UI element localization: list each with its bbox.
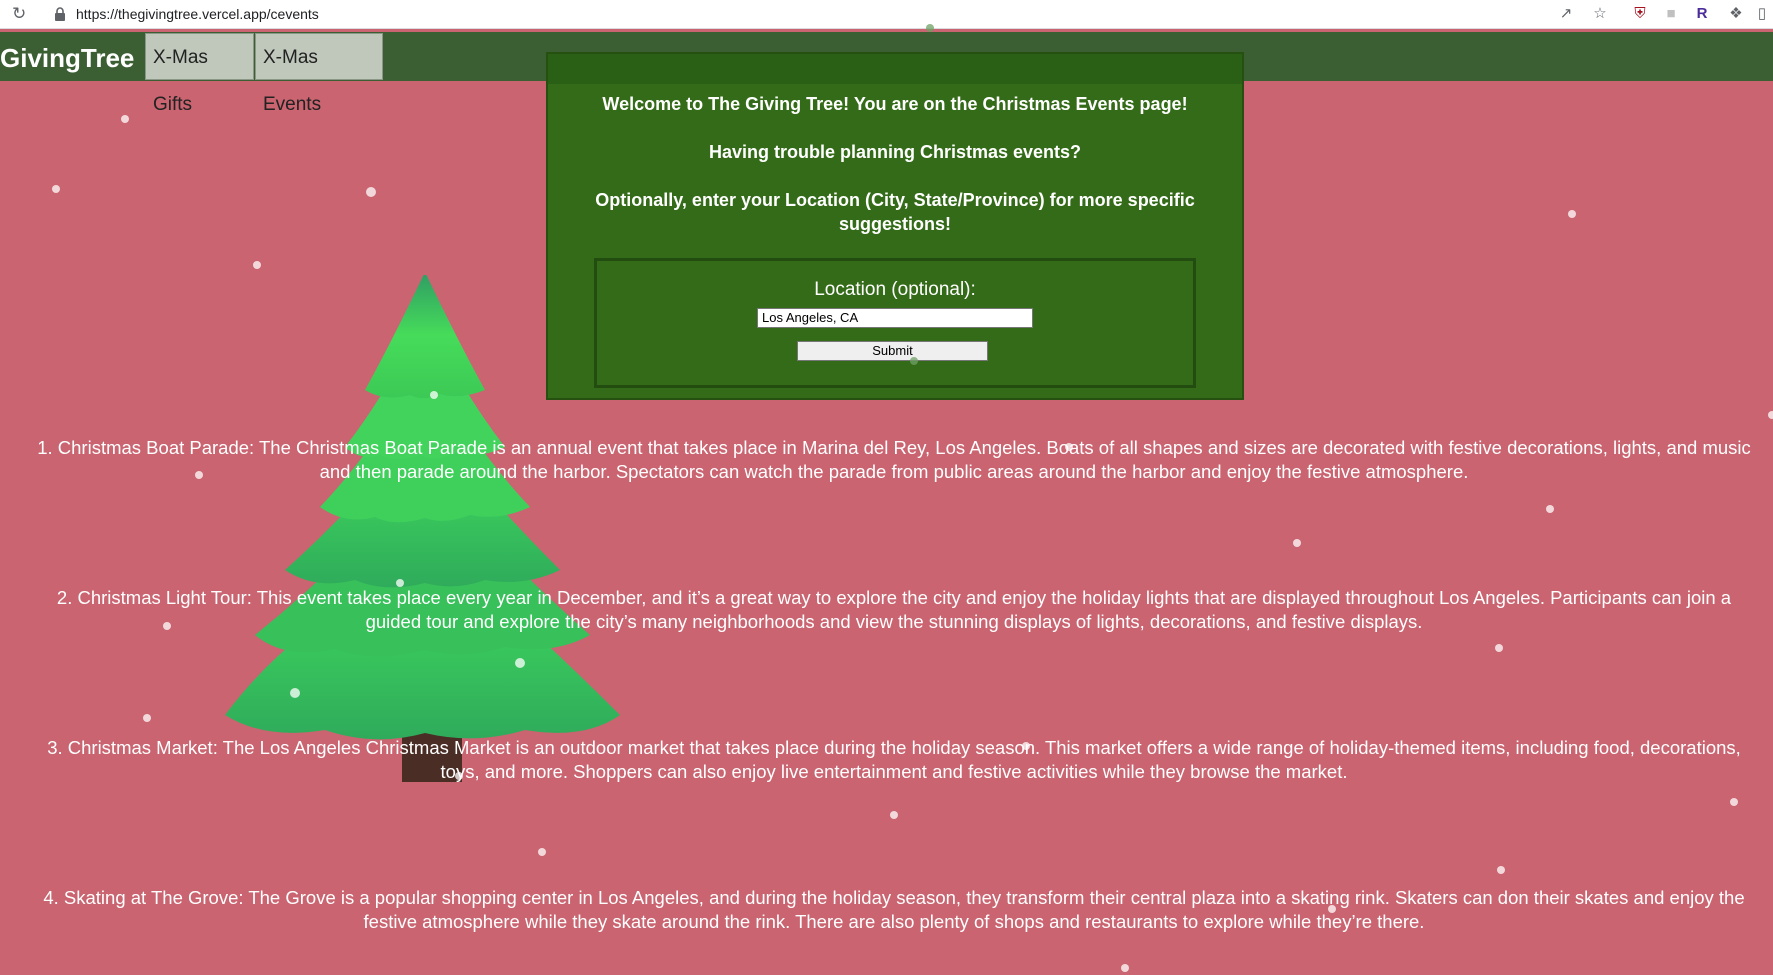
- snowflake: [455, 772, 463, 780]
- snowflake: [1121, 964, 1129, 972]
- snowflake: [1495, 644, 1503, 652]
- submit-button[interactable]: Submit: [797, 341, 988, 361]
- snowflake: [1328, 905, 1336, 913]
- location-form: Location (optional): Los Angeles, CA Sub…: [594, 258, 1196, 388]
- snowflake: [1568, 210, 1576, 218]
- snowflake: [1546, 505, 1554, 513]
- ublock-icon[interactable]: ⛨: [1630, 4, 1650, 24]
- welcome-heading: Welcome to The Giving Tree! You are on t…: [602, 94, 1188, 114]
- snowflake: [1768, 411, 1773, 419]
- snowflake: [253, 261, 261, 269]
- snowflake: [366, 187, 376, 197]
- event-item: 3. Christmas Market: The Los Angeles Chr…: [47, 737, 1741, 782]
- site-logo[interactable]: GivingTree: [0, 43, 134, 73]
- snowflake: [1497, 866, 1505, 874]
- snowflake: [1730, 798, 1738, 806]
- welcome-question: Having trouble planning Christmas events…: [708, 142, 1082, 162]
- share-icon[interactable]: ↗: [1556, 4, 1576, 24]
- snowflake: [396, 579, 404, 587]
- welcome-panel: Welcome to The Giving Tree! You are on t…: [546, 52, 1244, 400]
- browser-toolbar: ↻ https://thegivingtree.vercel.app/ceven…: [0, 0, 1773, 29]
- snowflake: [143, 714, 151, 722]
- snowflake: [163, 622, 171, 630]
- reload-icon[interactable]: ↻: [12, 4, 26, 24]
- location-label: Location (optional):: [814, 279, 976, 300]
- lock-icon[interactable]: [54, 7, 66, 21]
- address-bar[interactable]: https://thegivingtree.vercel.app/cevents: [76, 5, 319, 23]
- extension-gray-icon[interactable]: ■: [1661, 4, 1681, 24]
- snowflake: [890, 811, 898, 819]
- snowflake: [195, 471, 203, 479]
- snowflake: [1293, 539, 1301, 547]
- location-input[interactable]: Los Angeles, CA: [757, 308, 1033, 328]
- r-extension-icon[interactable]: R: [1692, 4, 1712, 24]
- snowflake: [290, 688, 300, 698]
- star-icon[interactable]: ☆: [1590, 4, 1610, 24]
- puzzle-icon[interactable]: ❖: [1726, 4, 1746, 24]
- welcome-instructions: Optionally, enter your Location (City, S…: [595, 190, 1195, 234]
- event-item: 2. Christmas Light Tour: This event take…: [56, 587, 1732, 632]
- event-item: 1. Christmas Boat Parade: The Christmas …: [37, 437, 1751, 482]
- event-item: 4. Skating at The Grove: The Grove is a …: [43, 887, 1745, 932]
- snowflake: [121, 115, 129, 123]
- nav-xmas-gifts[interactable]: X-Mas Gifts: [145, 33, 254, 115]
- snowflake: [1022, 742, 1030, 750]
- snowflake: [515, 658, 525, 668]
- nav-xmas-events[interactable]: X-Mas Events: [255, 33, 383, 115]
- sidebar-icon[interactable]: ▯: [1752, 4, 1772, 24]
- snowflake: [430, 391, 438, 399]
- snowflake: [52, 185, 60, 193]
- snowflake: [926, 24, 934, 32]
- snowflake: [910, 357, 918, 365]
- snowflake: [538, 848, 546, 856]
- snowflake: [1065, 443, 1073, 451]
